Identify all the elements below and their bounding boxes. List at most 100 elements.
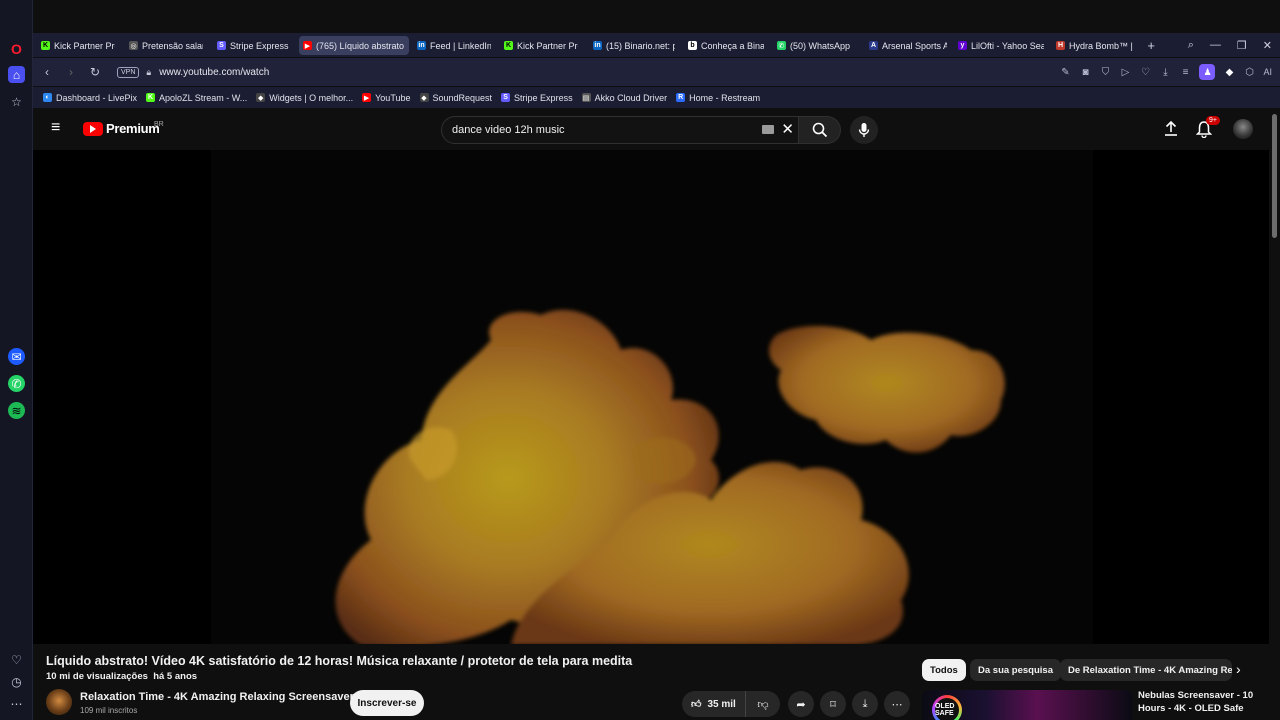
bookmark-favicon-icon: S: [501, 93, 511, 102]
oled-safe-badge: OLED SAFE: [932, 695, 962, 720]
chip-all[interactable]: Todos: [922, 659, 966, 681]
browser-tab[interactable]: y LilOfti - Yahoo Sea: [954, 36, 1048, 55]
browser-tab[interactable]: b Conheça a Binario.: [684, 36, 768, 55]
camera-icon[interactable]: ◙: [1079, 67, 1091, 78]
notifications-button[interactable]: 9+: [1195, 116, 1220, 141]
clear-search-icon[interactable]: ✕: [781, 120, 794, 140]
tab-favicon-icon: K: [504, 41, 513, 50]
browser-tab[interactable]: A Arsenal Sports Airs: [865, 36, 951, 55]
chip-from-channel[interactable]: De Relaxation Time - 4K Amazing Relaxing…: [1060, 659, 1232, 681]
channel-avatar[interactable]: [46, 689, 72, 715]
bookmark-item[interactable]: ▤ Akko Cloud Driver: [581, 93, 667, 103]
tab-label: Arsenal Sports Airs: [882, 40, 947, 51]
chevron-right-icon[interactable]: ›: [1236, 661, 1241, 677]
bookmark-item[interactable]: K ApoloZL Stream - W...: [146, 93, 247, 103]
tab-favicon-icon: K: [41, 41, 50, 50]
download-icon[interactable]: ⤓: [1159, 67, 1171, 78]
browser-tab[interactable]: in (15) Binario.net: pe: [589, 36, 679, 55]
reload-icon[interactable]: ↻: [85, 65, 105, 79]
tab-favicon-icon: H: [1056, 41, 1065, 50]
play-icon[interactable]: ▷: [1119, 67, 1131, 78]
create-upload-icon[interactable]: [1164, 120, 1178, 139]
like-dislike-group: 👍︎ 35 mil 👎︎: [682, 691, 780, 717]
extension-icon[interactable]: ◆: [1223, 67, 1235, 78]
more-actions-button[interactable]: ⋯: [884, 691, 910, 717]
subscribe-button[interactable]: Inscrever-se: [350, 690, 424, 716]
history-icon[interactable]: ◷: [8, 673, 25, 690]
dislike-button[interactable]: 👎︎: [746, 698, 780, 711]
ai-button[interactable]: AI: [1263, 67, 1272, 77]
bookmark-label: Dashboard - LivePix: [56, 92, 138, 103]
download-button[interactable]: ⤓: [852, 691, 878, 717]
tab-search-icon[interactable]: ⌕: [1188, 39, 1194, 52]
bookmark-item[interactable]: ▶ YouTube: [362, 93, 411, 103]
bookmark-item[interactable]: ◆ Widgets | O melhor...: [256, 93, 353, 103]
chip-from-search[interactable]: Da sua pesquisa: [970, 659, 1061, 681]
region-label: BR: [154, 121, 164, 128]
close-window-icon[interactable]: ✕: [1263, 39, 1272, 52]
channel-name[interactable]: Relaxation Time - 4K Amazing Relaxing Sc…: [80, 691, 360, 703]
like-button[interactable]: 👍︎ 35 mil: [682, 691, 746, 717]
voice-search-button[interactable]: [850, 116, 878, 144]
bookmark-item[interactable]: ◆ SoundRequest: [419, 93, 492, 103]
hamburger-menu-icon[interactable]: ≡: [51, 120, 67, 136]
browser-tab[interactable]: H Hydra Bomb™ | 24: [1052, 36, 1138, 55]
bookmark-label: Widgets | O melhor...: [269, 92, 354, 103]
url-field[interactable]: www.youtube.com/watch: [159, 67, 269, 78]
home-icon[interactable]: ⌂: [8, 66, 25, 83]
tab-label: (50) WhatsApp: [790, 40, 851, 51]
browser-tab[interactable]: ▶ (765) Líquido abstrato: [299, 36, 409, 55]
spotify-icon[interactable]: ≋: [8, 402, 25, 419]
bookmark-item[interactable]: R Home - Restream: [676, 93, 760, 103]
browser-tab[interactable]: ✆ (50) WhatsApp: [773, 36, 861, 55]
tab-label: Hydra Bomb™ | 24: [1069, 40, 1134, 51]
youtube-logo[interactable]: Premium: [83, 121, 160, 136]
search-query[interactable]: dance video 12h music: [452, 124, 565, 136]
keyboard-icon[interactable]: [762, 125, 774, 134]
bookmark-favicon-icon: ▤: [581, 93, 591, 102]
heart-icon[interactable]: ♡: [1139, 67, 1151, 78]
bookmark-label: ApoloZL Stream - W...: [159, 92, 248, 103]
thumbs-up-icon: 👍︎: [691, 699, 702, 710]
menu-lines-icon[interactable]: ≡: [1179, 67, 1191, 78]
profile-icon[interactable]: ♟: [1199, 64, 1216, 80]
save-button[interactable]: ⌑: [820, 691, 846, 717]
browser-tab[interactable]: ◎ Pretensão salarial S: [125, 36, 207, 55]
video-frame[interactable]: [211, 150, 1093, 644]
browser-tab[interactable]: K Kick Partner Progra: [37, 36, 119, 55]
opera-logo-icon[interactable]: O: [8, 40, 25, 57]
bookmark-item[interactable]: ◐ Dashboard - LivePix: [43, 93, 137, 103]
video-player[interactable]: [33, 150, 1269, 644]
whatsapp-icon[interactable]: ✆: [8, 375, 25, 392]
recommendation-title[interactable]: Nebulas Screensaver - 10 Hours - 4K - OL…: [1138, 689, 1266, 715]
notification-count-badge: 9+: [1206, 116, 1220, 125]
bookmark-favicon-icon: ▶: [362, 93, 372, 102]
search-button[interactable]: [799, 116, 841, 144]
account-avatar[interactable]: [1233, 119, 1253, 139]
speed-dial-icon[interactable]: ☆: [8, 93, 25, 110]
cube-icon[interactable]: ⬡: [1243, 67, 1255, 78]
back-icon[interactable]: ‹: [37, 65, 57, 79]
edit-icon[interactable]: ✎: [1059, 67, 1071, 78]
browser-tab[interactable]: S Stripe Express: [213, 36, 295, 55]
lock-icon[interactable]: 🔒︎: [146, 67, 151, 78]
forward-icon[interactable]: ›: [61, 65, 81, 79]
share-button[interactable]: ➦: [788, 691, 814, 717]
shield-icon[interactable]: ⛉: [1099, 67, 1111, 78]
minimize-icon[interactable]: —: [1210, 39, 1221, 51]
more-icon[interactable]: ⋯: [8, 695, 25, 712]
tab-label: Stripe Express: [230, 40, 289, 51]
browser-tab[interactable]: K Kick Partner Progra: [500, 36, 582, 55]
browser-tab[interactable]: in Feed | LinkedIn: [413, 36, 495, 55]
recommendation-thumbnail[interactable]: OLED SAFE: [922, 690, 1132, 720]
messenger-icon[interactable]: ✉: [8, 348, 25, 365]
subscriber-count: 109 mil inscritos: [80, 706, 138, 715]
search-input[interactable]: dance video 12h music ✕: [441, 116, 799, 144]
bookmark-item[interactable]: S Stripe Express: [501, 93, 573, 103]
maximize-icon[interactable]: ❐: [1237, 39, 1247, 52]
page-scrollbar[interactable]: [1272, 114, 1277, 238]
heart-icon[interactable]: ♡: [8, 651, 25, 668]
new-tab-icon[interactable]: +: [1147, 38, 1155, 53]
bookmark-favicon-icon: R: [676, 93, 686, 102]
vpn-badge[interactable]: VPN: [117, 66, 140, 78]
